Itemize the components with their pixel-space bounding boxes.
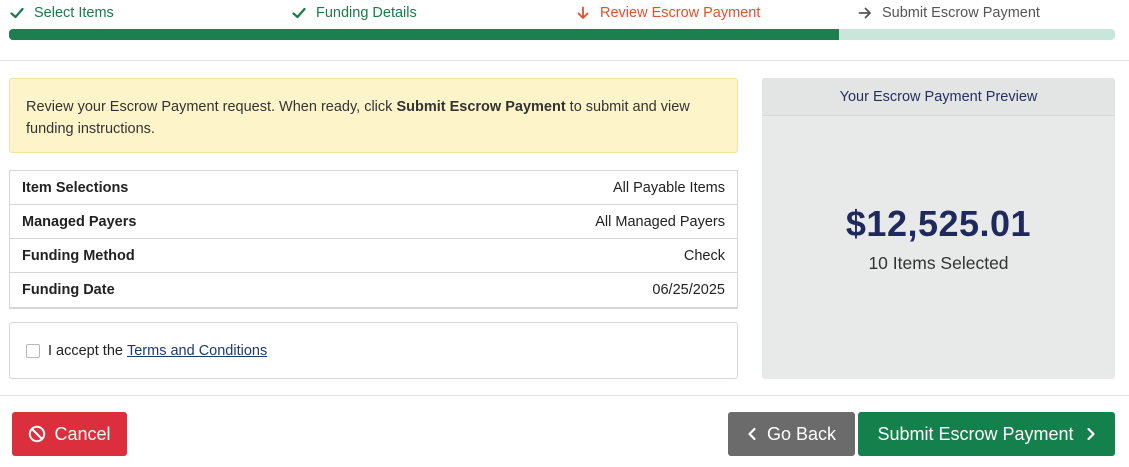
step-label: Submit Escrow Payment <box>882 5 1040 21</box>
go-back-button[interactable]: Go Back <box>728 412 855 456</box>
divider <box>0 60 1129 61</box>
progress-bar-fill <box>9 29 839 40</box>
preview-items-selected: 10 Items Selected <box>868 253 1009 273</box>
detail-label: Funding Date <box>22 282 115 298</box>
detail-label: Item Selections <box>22 179 129 196</box>
submit-label: Submit Escrow Payment <box>877 423 1074 444</box>
step-select-items: Select Items <box>10 5 114 21</box>
payment-details-table: Item Selections All Payable Items Manage… <box>9 170 738 309</box>
detail-row-managed-payers: Managed Payers All Managed Payers <box>10 205 737 239</box>
ban-icon <box>29 425 46 443</box>
arrow-right-icon <box>858 7 871 19</box>
detail-value: All Payable Items <box>612 179 725 196</box>
detail-value: All Managed Payers <box>595 213 725 230</box>
preview-title: Your Escrow Payment Preview <box>762 78 1115 116</box>
detail-value: Check <box>683 247 725 264</box>
progress-bar <box>9 29 1115 40</box>
step-submit-escrow-payment: Submit Escrow Payment <box>858 5 1040 21</box>
detail-row-item-selections: Item Selections All Payable Items <box>10 171 737 205</box>
check-icon <box>292 7 306 19</box>
step-label: Review Escrow Payment <box>600 5 761 21</box>
progress-stepper: Select Items Funding Details Review Escr… <box>0 0 1129 28</box>
detail-row-funding-date: Funding Date 06/25/2025 <box>10 273 737 307</box>
divider <box>0 395 1129 396</box>
submit-escrow-payment-button[interactable]: Submit Escrow Payment <box>858 412 1115 456</box>
chevron-left-icon <box>748 427 756 441</box>
alert-emphasis: Submit Escrow Payment <box>396 99 566 115</box>
cancel-label: Cancel <box>54 423 111 444</box>
detail-row-funding-method: Funding Method Check <box>10 239 737 273</box>
terms-checkbox[interactable] <box>26 343 40 358</box>
detail-label: Funding Method <box>22 247 135 264</box>
terms-acceptance-box: I accept the Terms and Conditions <box>9 322 738 379</box>
arrow-down-icon <box>577 6 589 19</box>
detail-label: Managed Payers <box>22 213 137 230</box>
review-instructions-alert: Review your Escrow Payment request. When… <box>9 78 738 153</box>
step-label: Select Items <box>34 5 114 21</box>
step-label: Funding Details <box>316 5 417 21</box>
terms-prefix: I accept the <box>48 342 123 359</box>
step-funding-details: Funding Details <box>292 5 417 21</box>
step-review-escrow-payment: Review Escrow Payment <box>576 5 760 21</box>
cancel-button[interactable]: Cancel <box>12 412 127 456</box>
terms-link[interactable]: Terms and Conditions <box>127 343 267 359</box>
chevron-right-icon <box>1086 427 1095 441</box>
go-back-label: Go Back <box>766 423 837 444</box>
detail-value: 06/25/2025 <box>652 282 725 298</box>
alert-text: Review your Escrow Payment request. When… <box>26 99 397 115</box>
preview-amount: $12,525.01 <box>845 203 1032 244</box>
escrow-payment-preview-panel: Your Escrow Payment Preview $12,525.01 1… <box>762 78 1115 379</box>
check-icon <box>10 7 24 19</box>
